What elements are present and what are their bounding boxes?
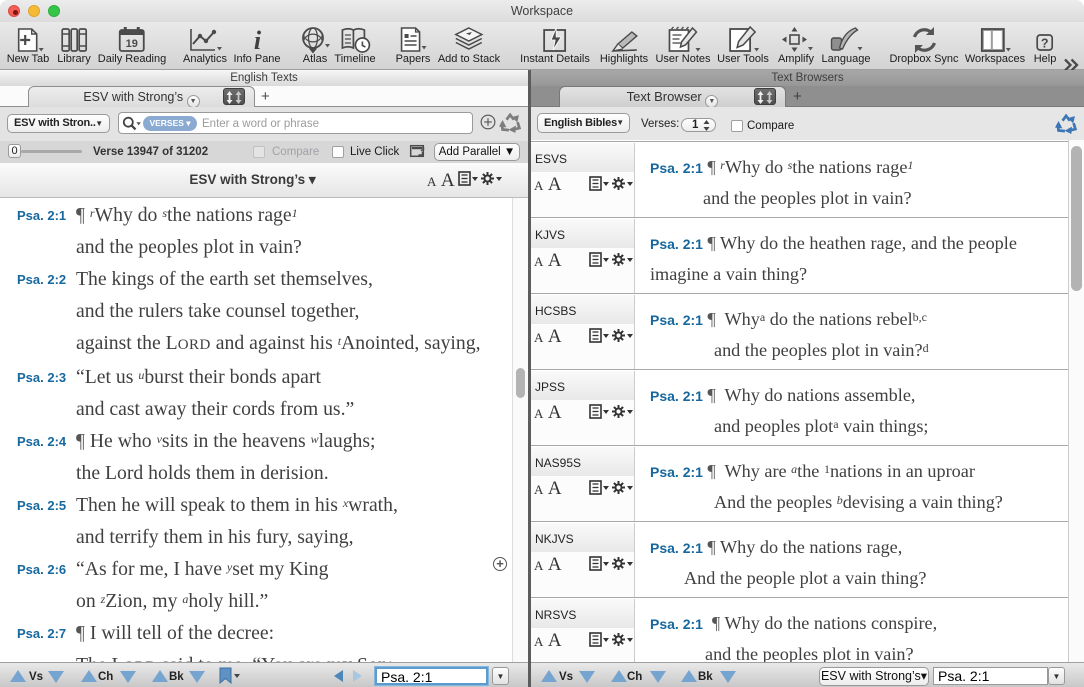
svg-text:19: 19 xyxy=(126,38,138,50)
svg-text:?: ? xyxy=(1041,37,1049,51)
svg-text:i: i xyxy=(253,26,261,54)
